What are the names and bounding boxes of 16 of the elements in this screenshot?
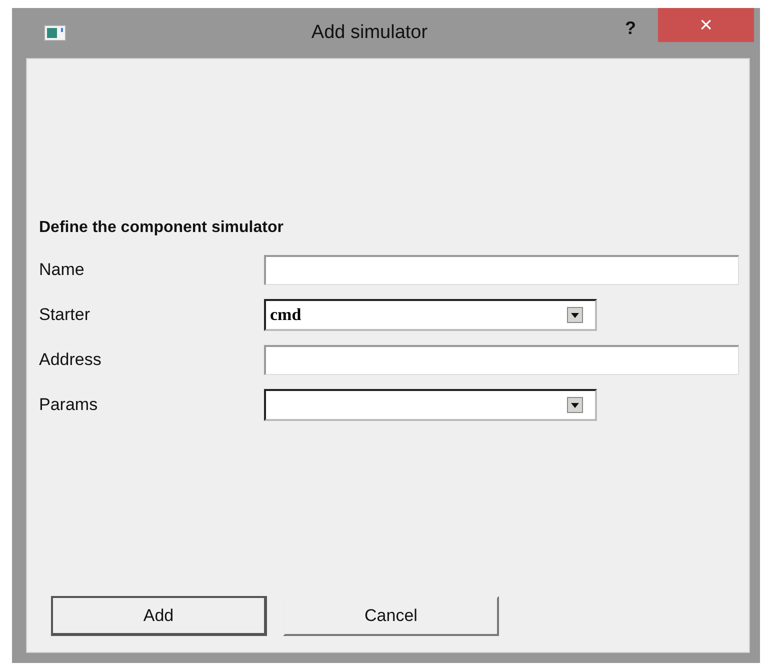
close-button[interactable]: ×	[658, 8, 754, 42]
window-title: Add simulator	[310, 22, 429, 44]
text-field[interactable]	[264, 254, 739, 284]
text-field[interactable]	[264, 344, 739, 374]
window-icon	[44, 25, 66, 41]
dialog-button[interactable]: Add	[51, 596, 267, 636]
field-label: Name	[39, 260, 86, 280]
dialog-button[interactable]: Cancel	[283, 596, 499, 636]
dropdown-field[interactable]	[264, 388, 597, 420]
field-label: Address	[39, 350, 102, 370]
form-heading: Define the component simulator	[39, 219, 284, 237]
dropdown-field[interactable]: cmd	[264, 298, 597, 330]
help-button[interactable]: ?	[613, 18, 648, 38]
field-label: Params	[39, 394, 99, 414]
dropdown-value: cmd	[270, 304, 302, 324]
field-label: Starter	[39, 304, 92, 324]
